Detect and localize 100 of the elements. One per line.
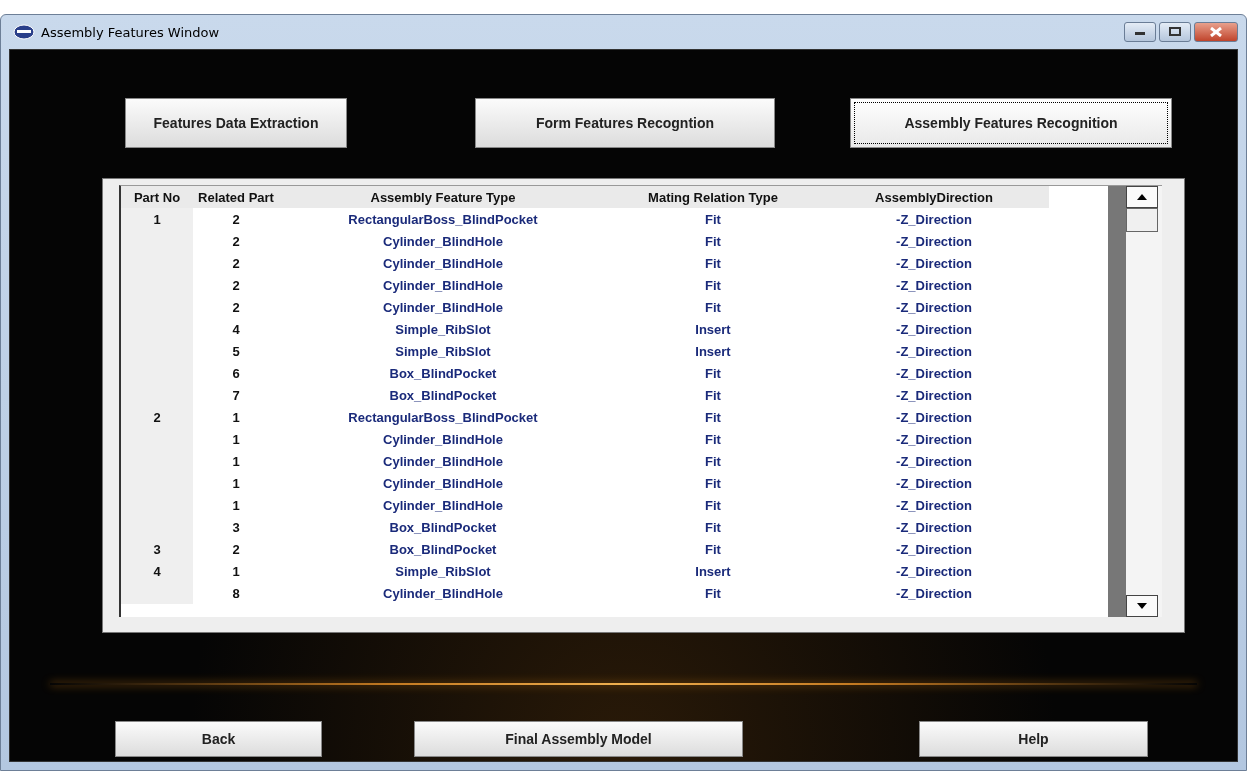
table-cell: 1 bbox=[232, 409, 240, 425]
tab-button[interactable]: Assembly Features Recognition bbox=[850, 98, 1172, 148]
tab-button[interactable]: Form Features Recogntion bbox=[475, 98, 775, 148]
table-cell: 4 bbox=[232, 321, 240, 337]
table-cell: Cylinder_BlindHole bbox=[383, 475, 503, 491]
table-cell: -Z_Direction bbox=[896, 519, 972, 535]
table-cell: RectangularBoss_BlindPocket bbox=[348, 211, 538, 227]
table-cell: 2 bbox=[121, 406, 193, 428]
table-cell: Fit bbox=[705, 585, 721, 601]
table-cell: Cylinder_BlindHole bbox=[383, 277, 503, 293]
scroll-down-button[interactable] bbox=[1126, 595, 1158, 617]
table-cell: 1 bbox=[121, 208, 193, 230]
app-icon bbox=[13, 24, 35, 40]
table-cell: 2 bbox=[232, 277, 240, 293]
table-cell: Cylinder_BlindHole bbox=[383, 233, 503, 249]
table-cell: Cylinder_BlindHole bbox=[383, 585, 503, 601]
scroll-thumb[interactable] bbox=[1126, 208, 1158, 232]
table-cell: -Z_Direction bbox=[896, 277, 972, 293]
table-cell: 3 bbox=[232, 519, 240, 535]
table-cell: -Z_Direction bbox=[896, 343, 972, 359]
table-cell: Fit bbox=[705, 453, 721, 469]
action-button[interactable]: Back bbox=[115, 721, 322, 757]
table-cell bbox=[121, 582, 193, 604]
table-cell: Fit bbox=[705, 541, 721, 557]
table-cell: -Z_Direction bbox=[896, 255, 972, 271]
maximize-button[interactable] bbox=[1159, 22, 1191, 42]
table-cell: -Z_Direction bbox=[896, 211, 972, 227]
table-cell: Cylinder_BlindHole bbox=[383, 255, 503, 271]
table-cell: 7 bbox=[232, 387, 240, 403]
action-button[interactable]: Final Assembly Model bbox=[414, 721, 743, 757]
table-cell: Cylinder_BlindHole bbox=[383, 453, 503, 469]
tab-button[interactable]: Features Data Extraction bbox=[125, 98, 347, 148]
table-cell: 1 bbox=[232, 431, 240, 447]
table-cell: Simple_RibSlot bbox=[395, 321, 491, 337]
table-cell: 1 bbox=[232, 563, 240, 579]
table-cell: Cylinder_BlindHole bbox=[383, 299, 503, 315]
table-cell: 2 bbox=[232, 255, 240, 271]
maximize-icon bbox=[1168, 27, 1182, 37]
table-cell: 1 bbox=[232, 497, 240, 513]
table-cell: -Z_Direction bbox=[896, 541, 972, 557]
table-cell: 2 bbox=[232, 233, 240, 249]
column-header: AssemblyDirection bbox=[819, 186, 1049, 208]
table-cell: -Z_Direction bbox=[896, 387, 972, 403]
table-cell: 8 bbox=[232, 585, 240, 601]
table-cell: Fit bbox=[705, 365, 721, 381]
table-cell: Box_BlindPocket bbox=[389, 541, 497, 557]
table-cell: Fit bbox=[705, 233, 721, 249]
table-cell: Fit bbox=[705, 475, 721, 491]
table-cell: -Z_Direction bbox=[896, 453, 972, 469]
table-cell: -Z_Direction bbox=[896, 431, 972, 447]
table-cell: Simple_RibSlot bbox=[395, 563, 491, 579]
table-cell: Fit bbox=[705, 519, 721, 535]
column-header: Part No bbox=[121, 186, 193, 208]
table-cell: Cylinder_BlindHole bbox=[383, 497, 503, 513]
table-cell: -Z_Direction bbox=[896, 365, 972, 381]
table-cell: Fit bbox=[705, 409, 721, 425]
window-title: Assembly Features Window bbox=[41, 24, 220, 40]
table-cell: Fit bbox=[705, 387, 721, 403]
table-cell: Fit bbox=[705, 277, 721, 293]
table-cell: -Z_Direction bbox=[896, 321, 972, 337]
table-cell: -Z_Direction bbox=[896, 233, 972, 249]
table-cell: Insert bbox=[695, 321, 731, 337]
close-icon bbox=[1208, 27, 1224, 37]
table-cell: Fit bbox=[705, 497, 721, 513]
column-header: Mating Relation Type bbox=[607, 186, 819, 208]
table-cell: 6 bbox=[232, 365, 240, 381]
table-cell: 1 bbox=[232, 453, 240, 469]
table-cell: RectangularBoss_BlindPocket bbox=[348, 409, 538, 425]
minimize-button[interactable] bbox=[1124, 22, 1156, 42]
table-cell: -Z_Direction bbox=[896, 585, 972, 601]
close-button[interactable] bbox=[1194, 22, 1238, 42]
up-arrow-icon bbox=[1137, 194, 1147, 200]
table-cell: Fit bbox=[705, 255, 721, 271]
action-button[interactable]: Help bbox=[919, 721, 1148, 757]
scrollbar[interactable] bbox=[1108, 186, 1162, 617]
table-cell: -Z_Direction bbox=[896, 475, 972, 491]
table-cell: Fit bbox=[705, 211, 721, 227]
table-cell: 5 bbox=[232, 343, 240, 359]
table-cell: -Z_Direction bbox=[896, 497, 972, 513]
table-cell: Insert bbox=[695, 343, 731, 359]
down-arrow-icon bbox=[1137, 603, 1147, 609]
table-cell: 3 bbox=[121, 538, 193, 560]
table-cell: -Z_Direction bbox=[896, 409, 972, 425]
scroll-up-button[interactable] bbox=[1126, 186, 1158, 208]
column-header: Related Part bbox=[193, 186, 279, 208]
table-cell: 4 bbox=[121, 560, 193, 582]
table-cell: 2 bbox=[232, 299, 240, 315]
table-cell: -Z_Direction bbox=[896, 563, 972, 579]
table-cell: Box_BlindPocket bbox=[389, 365, 497, 381]
table-cell: 1 bbox=[232, 475, 240, 491]
table-cell: Fit bbox=[705, 299, 721, 315]
table-cell: -Z_Direction bbox=[896, 299, 972, 315]
column-header: Assembly Feature Type bbox=[279, 186, 607, 208]
table-cell: Simple_RibSlot bbox=[395, 343, 491, 359]
table-cell: 2 bbox=[232, 541, 240, 557]
table-cell: Cylinder_BlindHole bbox=[383, 431, 503, 447]
table-cell: Insert bbox=[695, 563, 731, 579]
table-cell: Fit bbox=[705, 431, 721, 447]
table-cell: Box_BlindPocket bbox=[389, 519, 497, 535]
table-cell: Box_BlindPocket bbox=[389, 387, 497, 403]
